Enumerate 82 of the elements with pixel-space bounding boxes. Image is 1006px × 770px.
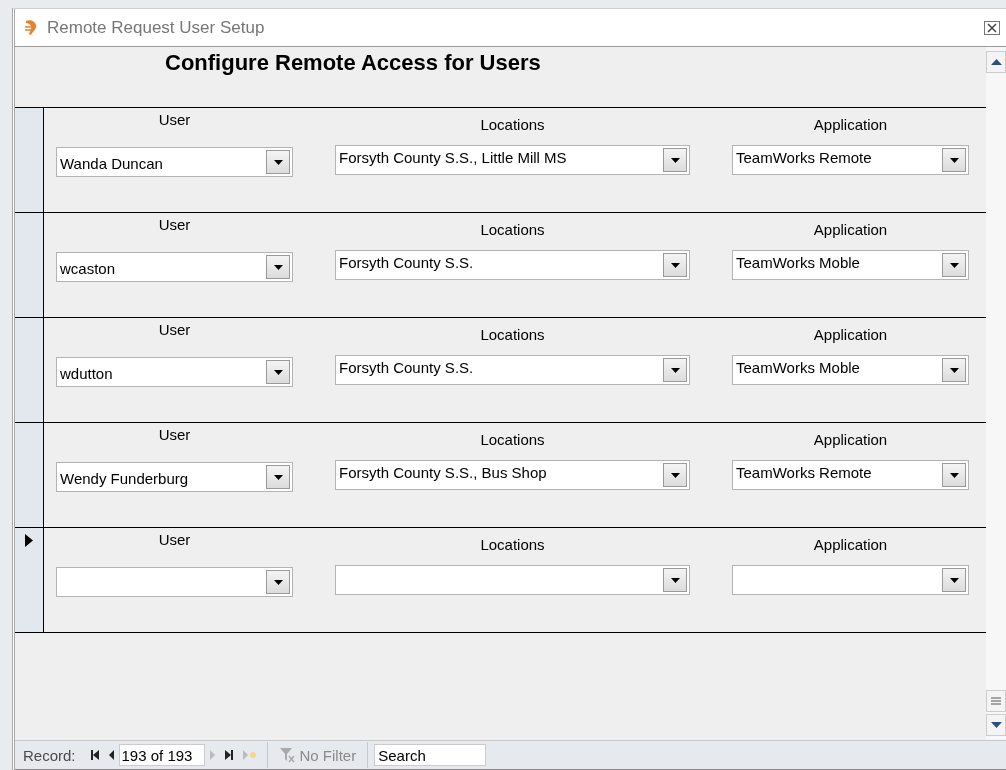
scroll-down-button[interactable] bbox=[986, 714, 1006, 736]
record-selector[interactable] bbox=[15, 423, 44, 527]
locations-dropdown[interactable]: Forsyth County S.S. bbox=[335, 250, 690, 280]
dropdown-button[interactable] bbox=[663, 568, 687, 592]
dropdown-button[interactable] bbox=[942, 253, 966, 277]
next-icon bbox=[209, 750, 215, 760]
caret-icon bbox=[273, 579, 283, 585]
application-dropdown[interactable]: TeamWorks Moble bbox=[732, 250, 969, 280]
user-dropdown[interactable]: Wanda Duncan bbox=[56, 147, 293, 177]
caret-icon bbox=[949, 472, 959, 478]
funnel-icon bbox=[278, 747, 295, 763]
caret-icon bbox=[949, 157, 959, 163]
scroll-up-button[interactable] bbox=[986, 51, 1006, 73]
window-title: Remote Request User Setup bbox=[47, 17, 266, 38]
field-label: Locations bbox=[480, 431, 545, 449]
record-selector[interactable] bbox=[15, 213, 44, 317]
locations-dropdown[interactable]: Forsyth County S.S. bbox=[335, 355, 690, 385]
caret-icon bbox=[670, 367, 680, 373]
caret-icon bbox=[670, 472, 680, 478]
close-icon bbox=[984, 20, 1000, 35]
caret-icon bbox=[273, 474, 283, 480]
field-label: Locations bbox=[480, 536, 545, 554]
caret-icon bbox=[949, 367, 959, 373]
record-position-field[interactable]: 193 of 193 bbox=[118, 744, 205, 766]
caret-icon bbox=[273, 369, 283, 375]
form-heading: Configure Remote Access for Users bbox=[165, 50, 542, 76]
user-dropdown[interactable]: Wendy Funderburg bbox=[56, 462, 293, 492]
new-record-icon bbox=[242, 750, 256, 760]
caret-icon bbox=[273, 264, 283, 270]
record-selector[interactable] bbox=[15, 318, 44, 422]
grip-icon bbox=[991, 697, 1001, 705]
application-dropdown[interactable]: TeamWorks Remote bbox=[732, 460, 969, 490]
field-label: User bbox=[158, 111, 191, 129]
caret-icon bbox=[949, 262, 959, 268]
field-label: User bbox=[158, 426, 191, 444]
application-dropdown[interactable]: TeamWorks Remote bbox=[732, 145, 969, 175]
locations-dropdown[interactable]: Forsyth County S.S., Bus Shop bbox=[335, 460, 690, 490]
caret-icon bbox=[949, 577, 959, 583]
field-label: User bbox=[158, 531, 191, 549]
record-selector[interactable] bbox=[15, 108, 44, 212]
field-label: Application bbox=[813, 326, 888, 344]
dropdown-button[interactable] bbox=[942, 148, 966, 172]
dropdown-button[interactable] bbox=[266, 360, 290, 384]
dropdown-button[interactable] bbox=[266, 570, 290, 594]
caret-icon bbox=[273, 159, 283, 165]
search-field[interactable]: Search bbox=[374, 744, 487, 766]
dropdown-button[interactable] bbox=[266, 255, 290, 279]
field-label: Application bbox=[813, 536, 888, 554]
dropdown-button[interactable] bbox=[663, 358, 687, 382]
application-dropdown[interactable]: TeamWorks Moble bbox=[732, 355, 969, 385]
caret-icon bbox=[670, 262, 680, 268]
previous-icon bbox=[108, 750, 114, 760]
dropdown-button[interactable] bbox=[663, 253, 687, 277]
record-label: Record: bbox=[23, 746, 76, 764]
field-label: Application bbox=[813, 116, 888, 134]
field-label: Application bbox=[813, 221, 888, 239]
locations-dropdown[interactable]: Forsyth County S.S., Little Mill MS bbox=[335, 145, 690, 175]
field-label: Application bbox=[813, 431, 888, 449]
last-record-icon bbox=[224, 750, 233, 760]
user-dropdown[interactable]: wdutton bbox=[56, 357, 293, 387]
field-label: User bbox=[158, 216, 191, 234]
close-button[interactable] bbox=[984, 20, 1000, 35]
record-selector[interactable] bbox=[15, 528, 44, 632]
user-dropdown[interactable]: wcaston bbox=[56, 252, 293, 282]
dropdown-button[interactable] bbox=[663, 463, 687, 487]
caret-icon bbox=[670, 157, 680, 163]
app-icon bbox=[23, 18, 39, 37]
dropdown-button[interactable] bbox=[942, 358, 966, 382]
dropdown-button[interactable] bbox=[266, 150, 290, 174]
dropdown-button[interactable] bbox=[942, 463, 966, 487]
up-arrow-icon bbox=[990, 59, 1002, 65]
first-record-icon bbox=[90, 750, 99, 760]
dropdown-button[interactable] bbox=[266, 465, 290, 489]
down-arrow-icon bbox=[990, 722, 1002, 728]
field-label: Locations bbox=[480, 326, 545, 344]
caret-icon bbox=[670, 577, 680, 583]
field-label: User bbox=[158, 321, 191, 339]
field-label: Locations bbox=[480, 221, 545, 239]
dropdown-button[interactable] bbox=[942, 568, 966, 592]
scroll-thumb[interactable] bbox=[986, 690, 1006, 712]
dropdown-button[interactable] bbox=[663, 148, 687, 172]
field-label: Locations bbox=[480, 116, 545, 134]
